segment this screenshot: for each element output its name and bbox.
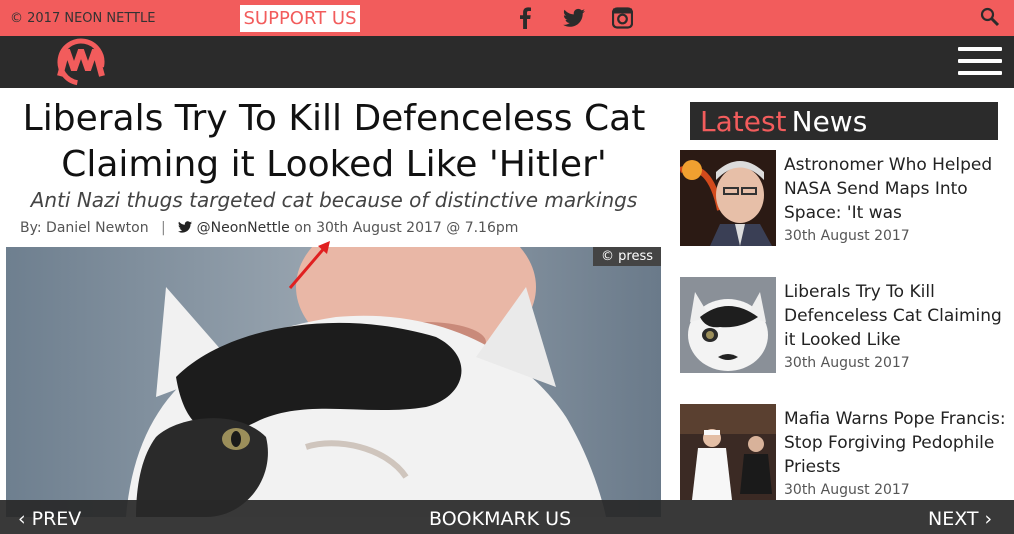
bookmark-button[interactable]: BOOKMARK US	[429, 508, 571, 530]
news-item-date: 30th August 2017	[784, 482, 910, 498]
article-subtitle: Anti Nazi thugs targeted cat because of …	[30, 188, 638, 212]
news-item[interactable]: Mafia Warns Pope Francis: Stop Forgiving…	[680, 404, 1010, 504]
bottom-nav-bar: ‹ PREV BOOKMARK US NEXT ›	[0, 500, 1014, 534]
search-icon[interactable]	[980, 7, 1000, 27]
prev-button[interactable]: ‹ PREV	[18, 508, 81, 530]
latest-news-heading: Latest News	[690, 102, 998, 140]
publish-date: on 30th August 2017 @ 7.16pm	[294, 220, 519, 236]
annotation-arrow	[288, 241, 330, 289]
facebook-icon[interactable]	[518, 7, 532, 29]
neon-nettle-logo[interactable]	[54, 38, 108, 86]
news-thumbnail[interactable]	[680, 277, 776, 373]
news-item[interactable]: Liberals Try To Kill Defenceless Cat Cla…	[680, 277, 1010, 377]
news-item-date: 30th August 2017	[784, 355, 910, 371]
news-item-title[interactable]: Liberals Try To Kill Defenceless Cat Cla…	[784, 280, 1009, 352]
news-thumbnail[interactable]	[680, 150, 776, 246]
top-bar: © 2017 NEON NETTLE SUPPORT US	[0, 0, 1014, 36]
twitter-bird-icon	[178, 221, 193, 233]
latest-news-heading-part1: Latest	[700, 105, 787, 138]
photo-credit: © press	[593, 247, 661, 266]
article-byline: By: Daniel Newton | @NeonNettle on 30th …	[20, 220, 518, 236]
instagram-icon[interactable]	[612, 7, 633, 29]
article-title: Liberals Try To Kill Defenceless Cat Cla…	[22, 98, 646, 185]
nav-bar	[0, 36, 1014, 88]
news-item[interactable]: Astronomer Who Helped NASA Send Maps Int…	[680, 150, 1010, 250]
hamburger-menu-icon[interactable]	[958, 47, 1002, 77]
support-us-button[interactable]: SUPPORT US	[240, 5, 360, 32]
news-item-date: 30th August 2017	[784, 228, 910, 244]
news-item-title[interactable]: Mafia Warns Pope Francis: Stop Forgiving…	[784, 407, 1009, 479]
twitter-handle[interactable]: @NeonNettle	[197, 220, 290, 236]
latest-news-heading-part2: News	[791, 105, 868, 138]
news-thumbnail[interactable]	[680, 404, 776, 500]
byline-separator: |	[161, 220, 166, 236]
author-name[interactable]: By: Daniel Newton	[20, 220, 149, 236]
news-item-title[interactable]: Astronomer Who Helped NASA Send Maps Int…	[784, 153, 1009, 225]
cat-thumbnail-image	[680, 277, 776, 373]
astronomer-photo-image	[680, 150, 776, 246]
pope-photo-image	[680, 404, 776, 500]
twitter-icon[interactable]	[563, 7, 585, 29]
next-button[interactable]: NEXT ›	[928, 508, 992, 530]
copyright-text: © 2017 NEON NETTLE	[10, 11, 156, 26]
